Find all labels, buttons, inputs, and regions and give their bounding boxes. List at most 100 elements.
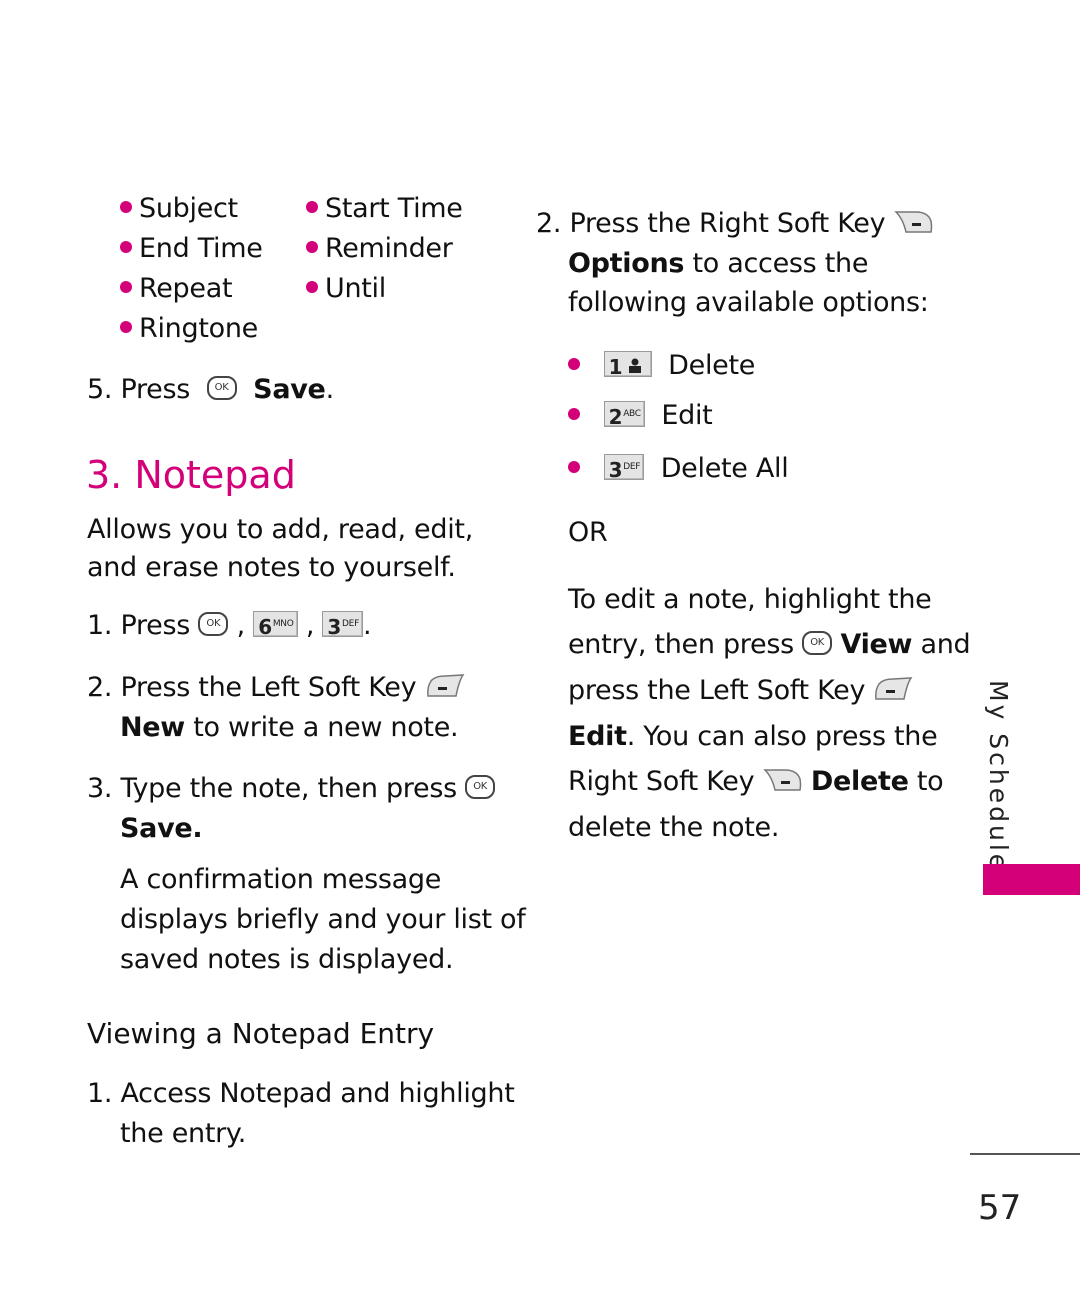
- section-title: 3. Notepad: [86, 453, 296, 497]
- key-6-mno-icon: 6MNO: [253, 610, 298, 639]
- bullet-item: Until: [306, 275, 386, 302]
- bullet-dot: [120, 200, 132, 213]
- para-line: delete the note.: [568, 812, 780, 843]
- option-label: Edit: [661, 400, 713, 431]
- action-label: Options: [568, 248, 685, 279]
- subsection-title: Viewing a Notepad Entry: [87, 1017, 435, 1050]
- section-tab-label: My Schedule: [984, 680, 1013, 873]
- viewing-step-1: 1. Access Notepad and highlight: [87, 1080, 515, 1107]
- bullet-dot: [568, 357, 580, 370]
- step-text: Press the Left Soft Key: [120, 672, 417, 703]
- bullet-text: End Time: [139, 233, 263, 264]
- bullet-dot: [306, 240, 318, 253]
- option-delete: 1 Delete: [568, 350, 756, 381]
- bullet-text: Subject: [139, 193, 238, 224]
- step-2-line2: New to write a new note.: [120, 712, 459, 743]
- ok-key-icon: OK: [198, 611, 229, 636]
- bullet-dot: [120, 240, 132, 253]
- bullet-item: Start Time: [306, 195, 463, 222]
- bullet-item: Repeat: [120, 273, 233, 304]
- bullet-dot: [306, 280, 318, 293]
- key-number: 1: [608, 354, 623, 379]
- step-number: 2.: [87, 672, 113, 703]
- right-step-2-line3: following available options:: [568, 287, 929, 318]
- ok-key-icon: OK: [206, 375, 237, 400]
- bullet-item: Ringtone: [120, 315, 258, 342]
- punct: ,: [236, 610, 246, 641]
- bullet-text: Reminder: [325, 233, 453, 264]
- key-3-def-icon: 3DEF: [603, 453, 645, 482]
- punct: .: [192, 813, 203, 844]
- key-number: 2: [608, 404, 623, 429]
- option-edit: 2ABC Edit: [568, 400, 713, 431]
- left-soft-key-icon: [426, 673, 465, 697]
- or-label: OR: [568, 517, 608, 548]
- intro-line: Allows you to add, read, edit,: [87, 514, 473, 545]
- footer-divider: [970, 1153, 1080, 1155]
- step-number: 3.: [87, 773, 113, 804]
- key-number: 3: [327, 614, 342, 639]
- viewing-step-1-line2: the entry.: [120, 1118, 247, 1149]
- step-text: 5. Press: [87, 374, 191, 405]
- punct: ,: [305, 610, 315, 641]
- ok-key-icon: OK: [802, 630, 833, 655]
- bullet-dot: [120, 320, 132, 333]
- step-number: 1.: [87, 1078, 113, 1109]
- key-2-abc-icon: 2ABC: [603, 400, 645, 429]
- bullet-dot: [306, 200, 318, 213]
- step-3: 3. Type the note, then press OK: [87, 773, 496, 804]
- step-3-line2: Save.: [120, 813, 203, 844]
- punct: .: [362, 610, 372, 641]
- para-line: To edit a note, highlight the: [568, 584, 932, 615]
- para-line: Edit. You can also press the: [568, 721, 938, 752]
- para-text: press the Left Soft Key: [568, 675, 866, 706]
- action-label: Delete: [810, 766, 909, 797]
- step-text: Press the Right Soft Key: [569, 208, 886, 239]
- key-3-def-icon: 3DEF: [322, 610, 363, 639]
- para-text: Right Soft Key: [568, 766, 755, 797]
- step-number: 2.: [536, 208, 562, 239]
- step-text: Access Notepad and highlight: [120, 1078, 515, 1109]
- option-label: Delete All: [660, 453, 789, 484]
- para-text: and: [912, 629, 971, 660]
- para-text: . You can also press the: [626, 721, 938, 752]
- step-number: 1.: [87, 610, 113, 641]
- bullet-dot: [568, 407, 580, 420]
- bullet-dot: [120, 280, 132, 293]
- right-step-2: 2. Press the Right Soft Key: [536, 210, 934, 238]
- para-line: entry, then press OK View and: [568, 629, 971, 660]
- step-text: Type the note, then press: [120, 773, 457, 804]
- key-number: 6: [258, 614, 272, 639]
- bullet-item: Reminder: [306, 235, 453, 262]
- para-text: entry, then press: [568, 629, 794, 660]
- para-text: to: [908, 766, 944, 797]
- key-letters: DEF: [623, 461, 641, 472]
- confirm-line: A confirmation message: [120, 864, 442, 895]
- bullet-text: Until: [325, 273, 386, 304]
- bullet-text: Start Time: [325, 193, 463, 224]
- key-letters: DEF: [342, 618, 359, 629]
- ok-key-icon: OK: [465, 774, 496, 799]
- key-letters: ABC: [623, 408, 641, 419]
- action-label: New: [120, 712, 185, 743]
- voicemail-icon: [629, 358, 642, 373]
- key-1-voicemail-icon: 1: [603, 350, 652, 379]
- step-5: 5. Press OK Save.: [87, 374, 335, 405]
- key-letters: MNO: [272, 618, 294, 629]
- option-delete-all: 3DEF Delete All: [568, 453, 789, 484]
- bullet-text: Repeat: [139, 273, 233, 304]
- left-soft-key-icon: [875, 676, 913, 700]
- right-soft-key-icon: [893, 210, 932, 233]
- bullet-item: Subject: [120, 195, 238, 222]
- bullet-item: End Time: [120, 235, 263, 262]
- bullet-text: Ringtone: [139, 313, 258, 344]
- action-label: Edit: [568, 721, 627, 752]
- step-text: to access the: [684, 248, 869, 279]
- action-label: Save: [253, 374, 326, 405]
- punct: .: [325, 374, 335, 405]
- step-1: 1. Press OK , 6MNO , 3DEF.: [87, 610, 372, 641]
- key-number: 3: [608, 457, 623, 482]
- page-number: 57: [978, 1188, 1022, 1228]
- action-label: View: [840, 629, 913, 660]
- option-label: Delete: [668, 350, 756, 381]
